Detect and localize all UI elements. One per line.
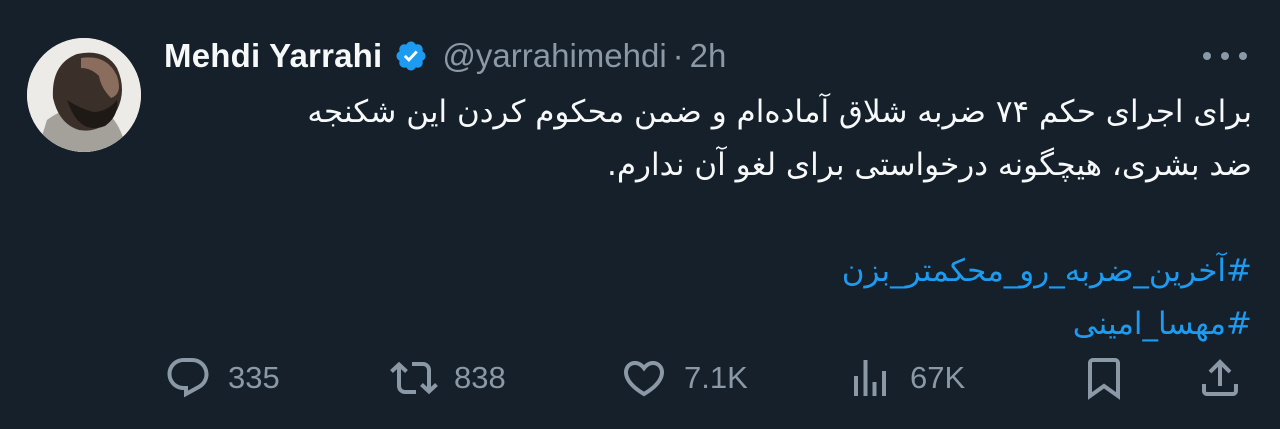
- share-icon: [1196, 354, 1244, 402]
- reply-count: 335: [228, 360, 280, 395]
- more-dot: [1221, 52, 1229, 60]
- action-bar: 335 838 7.1K 67K: [0, 350, 1280, 406]
- like-count: 7.1K: [684, 360, 748, 395]
- tweet-card[interactable]: Mehdi Yarrahi @yarrahimehdi · 2h برای اج…: [0, 0, 1280, 429]
- like-button[interactable]: 7.1K: [620, 350, 748, 406]
- more-dot: [1203, 52, 1211, 60]
- reply-button[interactable]: 335: [164, 350, 280, 406]
- author-name[interactable]: Mehdi Yarrahi: [164, 37, 382, 75]
- like-icon: [620, 354, 668, 402]
- tweet-header: Mehdi Yarrahi @yarrahimehdi · 2h: [164, 34, 726, 78]
- tweet-text-line: برای اجرای حکم ۷۴ ضربه شلاق آماده‌ام و ض…: [307, 94, 1252, 130]
- tweet-text-line: ضد بشری، هیچگونه درخواستی برای لغو آن ند…: [607, 147, 1252, 183]
- views-icon: [846, 354, 894, 402]
- hashtag-link[interactable]: #مهسا_امینی: [172, 298, 1252, 351]
- author-handle[interactable]: @yarrahimehdi: [442, 37, 666, 75]
- bookmark-icon: [1080, 354, 1128, 402]
- retweet-button[interactable]: 838: [390, 350, 506, 406]
- more-dot: [1239, 52, 1247, 60]
- retweet-icon: [390, 354, 438, 402]
- views-count: 67K: [910, 360, 966, 395]
- bookmark-button[interactable]: [1080, 350, 1128, 406]
- retweet-count: 838: [454, 360, 506, 395]
- timestamp[interactable]: 2h: [690, 37, 727, 75]
- avatar[interactable]: [27, 38, 141, 152]
- hashtag-link[interactable]: #آخرین_ضربه_رو_محکمتر_بزن: [172, 245, 1252, 298]
- verified-badge-icon[interactable]: [394, 39, 428, 73]
- views-button[interactable]: 67K: [846, 350, 965, 406]
- tweet-text: برای اجرای حکم ۷۴ ضربه شلاق آماده‌ام و ض…: [172, 86, 1252, 351]
- share-button[interactable]: [1196, 350, 1244, 406]
- reply-icon: [164, 354, 212, 402]
- separator-dot: ·: [672, 37, 684, 74]
- more-options-icon[interactable]: [1203, 50, 1247, 62]
